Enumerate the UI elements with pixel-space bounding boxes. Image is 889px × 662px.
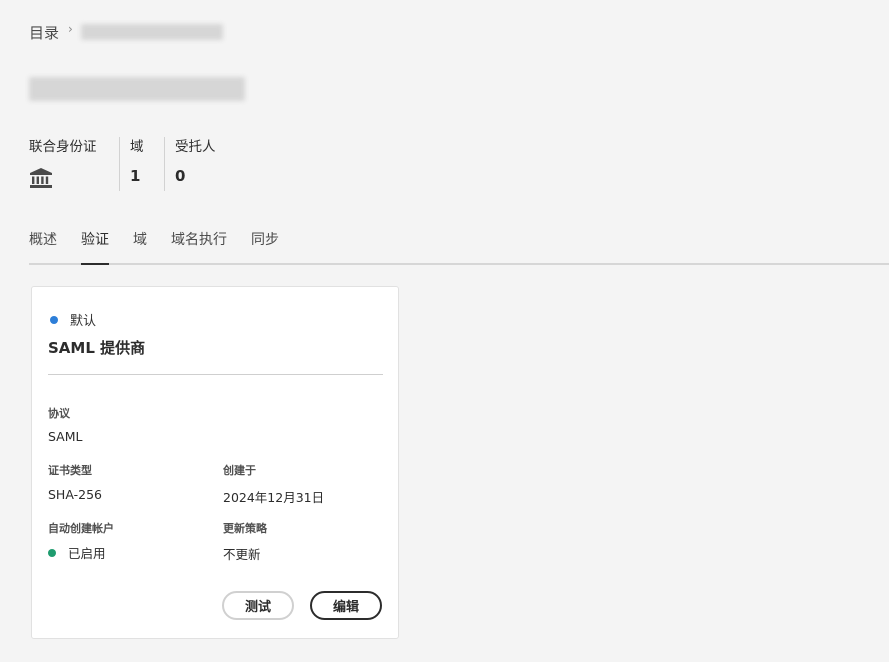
tab-bar: 概述 验证 域 域名执行 同步 (29, 225, 889, 265)
stat-label: 域 (130, 139, 144, 155)
directory-stats: 联合身份证 域 1 受托人 0 (29, 137, 216, 191)
tab-domains[interactable]: 域 (133, 229, 147, 263)
stat-divider (119, 137, 120, 191)
auto-create-status: 已启用 (48, 543, 106, 562)
tab-authentication[interactable]: 验证 (81, 229, 109, 265)
stat-value: 1 (130, 167, 141, 185)
created-label: 创建于 (223, 464, 256, 477)
breadcrumb: 目录 › (29, 20, 223, 44)
tab-overview[interactable]: 概述 (29, 229, 57, 263)
stat-domains: 域 1 (130, 137, 154, 191)
cert-type-label: 证书类型 (48, 464, 92, 477)
default-badge: 默认 (50, 310, 96, 329)
auto-create-label: 自动创建帐户 (48, 522, 114, 535)
breadcrumb-current-redacted (80, 24, 223, 40)
default-badge-label: 默认 (70, 314, 97, 329)
card-divider (48, 374, 383, 375)
card-title: SAML 提供商 (48, 339, 146, 357)
stat-divider (164, 137, 165, 191)
auto-create-value: 已启用 (68, 546, 106, 561)
protocol-value: SAML (48, 429, 83, 444)
saml-provider-card: 默认 SAML 提供商 协议 SAML 证书类型 SHA-256 创建于 202… (31, 286, 399, 639)
edit-button[interactable]: 编辑 (310, 591, 382, 620)
update-policy-value: 不更新 (223, 547, 261, 562)
stat-label: 联合身份证 (29, 139, 97, 155)
stat-value: 0 (175, 167, 186, 185)
stat-trustees: 受托人 0 (175, 137, 216, 191)
stat-label: 受托人 (175, 139, 216, 155)
tab-domain-enforcement[interactable]: 域名执行 (171, 229, 227, 263)
page-title (29, 73, 247, 105)
chevron-right-icon: › (68, 22, 73, 36)
default-dot-icon (50, 315, 58, 324)
tab-sync[interactable]: 同步 (251, 229, 279, 263)
protocol-label: 协议 (48, 407, 70, 420)
stat-federated-id: 联合身份证 (29, 137, 109, 191)
created-value: 2024年12月31日 (223, 490, 325, 505)
test-button[interactable]: 测试 (222, 591, 294, 620)
update-policy-label: 更新策略 (223, 522, 267, 535)
status-dot-icon (48, 548, 56, 557)
bank-icon (29, 167, 109, 189)
cert-type-value: SHA-256 (48, 487, 102, 502)
breadcrumb-root-link[interactable]: 目录 (29, 22, 59, 43)
page-title-redacted (29, 77, 245, 101)
